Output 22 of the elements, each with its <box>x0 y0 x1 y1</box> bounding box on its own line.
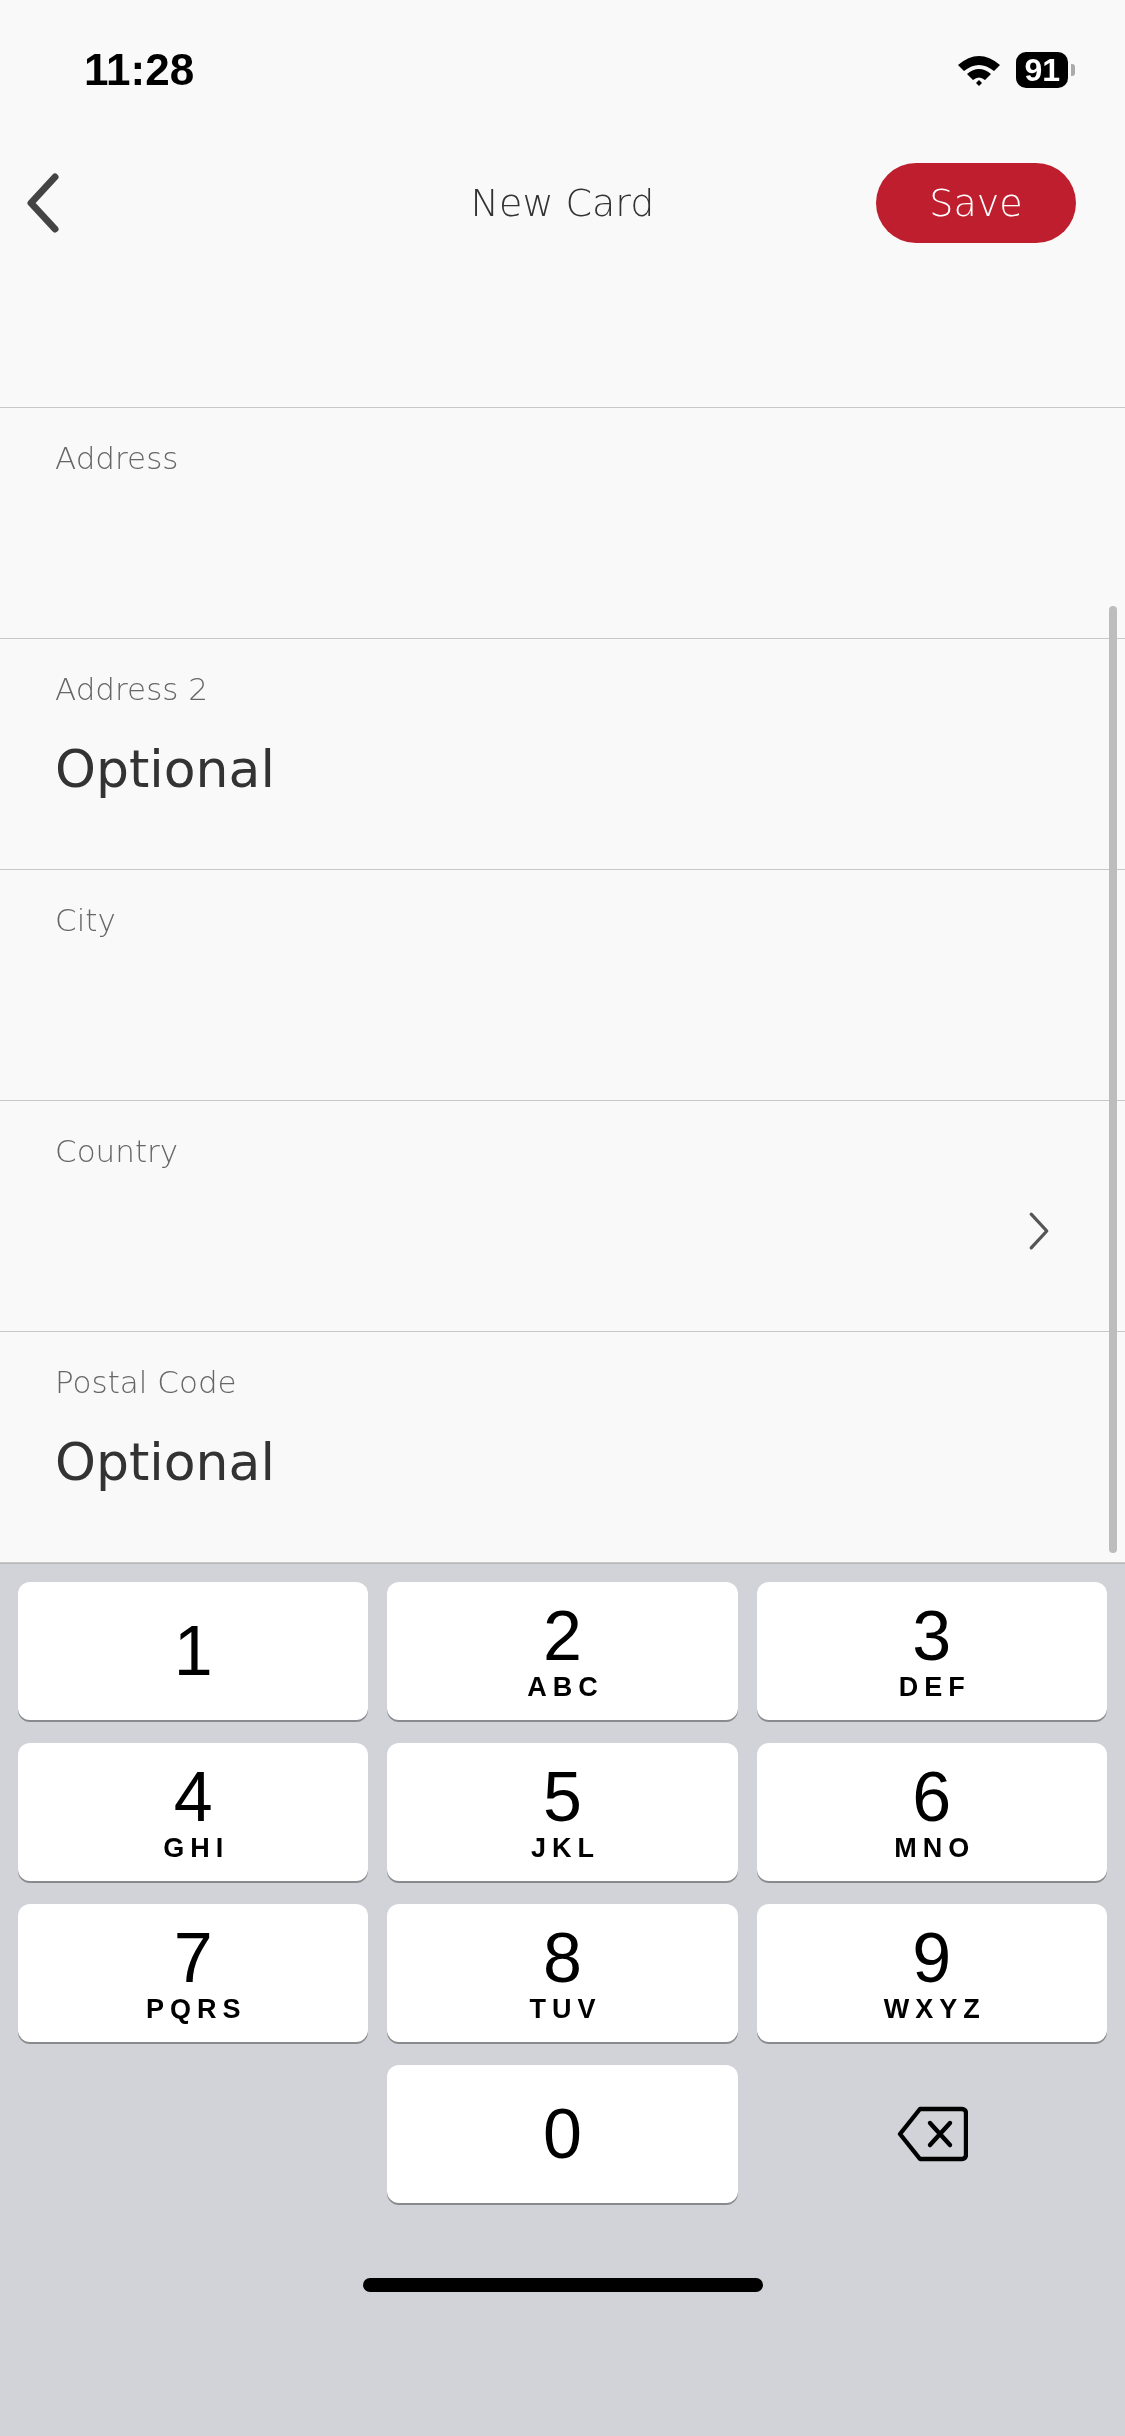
keypad-key[interactable]: 3 DEF <box>756 1582 1107 1720</box>
keypad-key[interactable]: 5 JKL <box>387 1743 738 1881</box>
keypad-key[interactable]: 7 PQRS <box>18 1904 369 2042</box>
backspace-icon[interactable] <box>895 2105 968 2163</box>
field-label: City <box>55 902 117 938</box>
input-field[interactable]: Optional <box>55 1426 955 1498</box>
keypad-key[interactable]: 0 <box>387 2065 738 2203</box>
field-label: Postal Code <box>55 1364 238 1400</box>
status-time: 11:28 <box>84 45 195 95</box>
keypad-key[interactable]: 2 ABC <box>387 1582 738 1720</box>
screen-title: New Card <box>470 181 655 225</box>
input-field[interactable]: Optional <box>55 733 955 805</box>
keypad-key[interactable]: 9 WXYZ <box>756 1904 1107 2042</box>
keypad-key[interactable]: 4 GHI <box>18 1743 369 1881</box>
keypad-key[interactable]: 1 <box>18 1582 369 1720</box>
field-label: Address 2 <box>55 671 210 707</box>
wifi-icon <box>956 53 1003 87</box>
keypad-key[interactable]: 8 TUV <box>387 1904 738 2042</box>
field-label: Country <box>55 1133 180 1169</box>
keypad-key[interactable]: 6 MNO <box>756 1743 1107 1881</box>
field-label: Address <box>55 440 180 476</box>
save-button[interactable]: Save <box>876 163 1076 243</box>
